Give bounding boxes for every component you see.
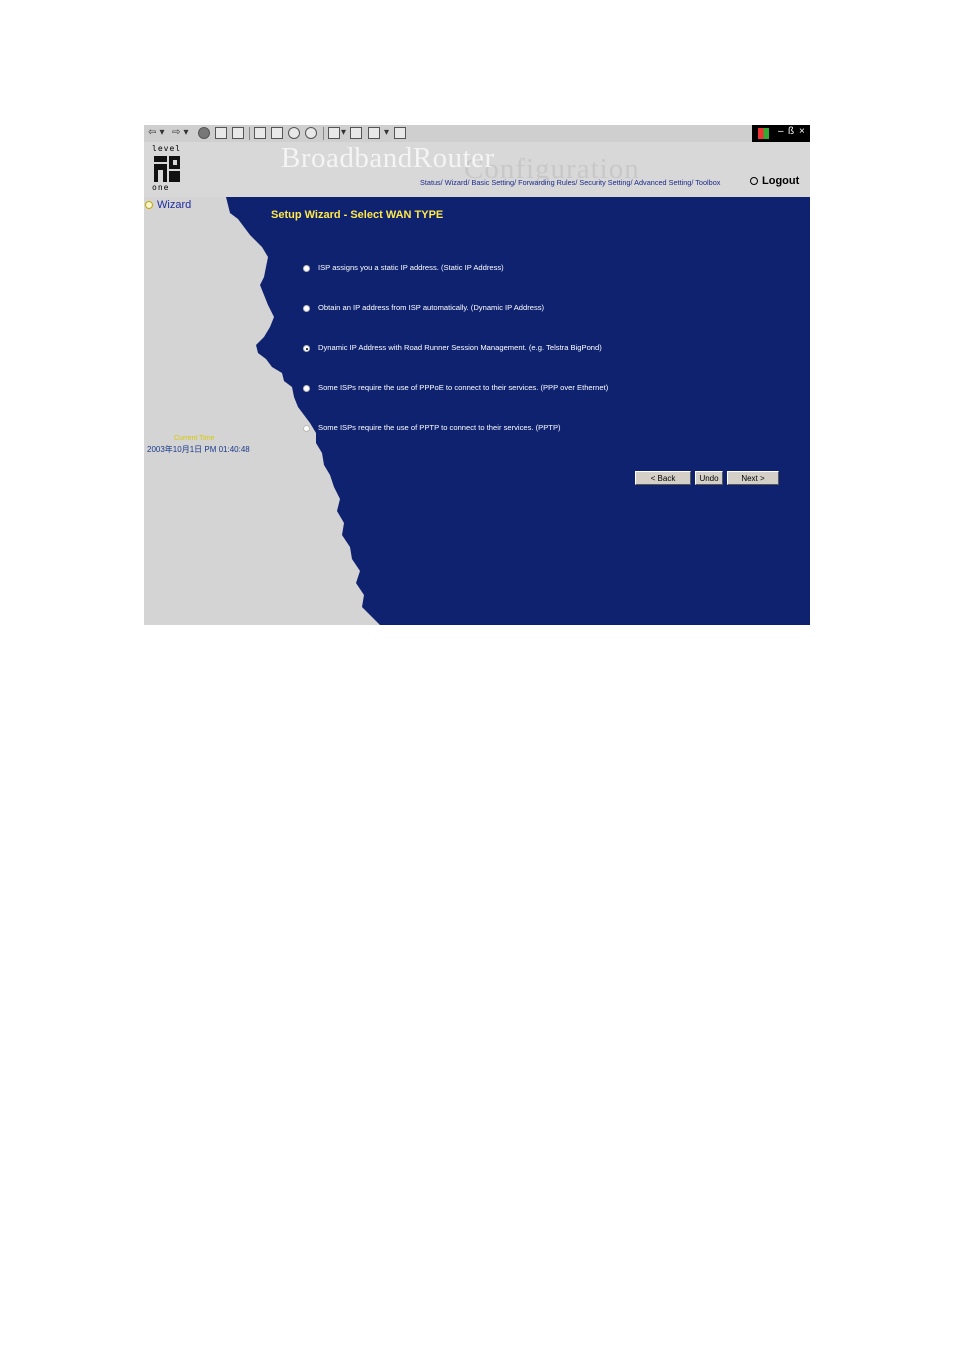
current-time-label: Current Time xyxy=(174,435,215,442)
wizard-label: Wizard xyxy=(157,199,192,211)
page-title: Setup Wizard - Select WAN TYPE xyxy=(271,209,444,221)
content-area: Wizard Current Time 2003年10月1日 PM 01:40:… xyxy=(144,197,810,625)
logout-bullet-icon xyxy=(750,177,758,186)
edit-icon[interactable] xyxy=(368,127,380,139)
wan-type-radio-pppoe[interactable] xyxy=(303,385,310,392)
mail-icon[interactable] xyxy=(328,127,340,139)
history-icon[interactable] xyxy=(288,127,300,139)
close-button[interactable]: × xyxy=(799,126,805,137)
refresh-icon[interactable] xyxy=(215,127,227,139)
toolbar-separator xyxy=(249,127,250,140)
discuss-icon[interactable] xyxy=(394,127,406,139)
logo-grid-icon xyxy=(154,156,180,182)
browser-toolbar: ⇦ ▾ ⇨ ▾ ▾ ▾ – ß × xyxy=(144,125,810,143)
toolbar-separator xyxy=(323,127,324,140)
brand-title: BroadbandRouter xyxy=(281,142,495,174)
logo-text-bottom: one xyxy=(152,183,170,192)
stop-icon[interactable] xyxy=(198,127,210,139)
window-controls: – ß × xyxy=(752,125,810,142)
wan-type-label-roadrunner: Dynamic IP Address with Road Runner Sess… xyxy=(318,343,602,352)
top-navigation[interactable]: Status/ Wizard/ Basic Setting/ Forwardin… xyxy=(420,178,720,187)
wan-type-label-pppoe: Some ISPs require the use of PPPoE to co… xyxy=(318,383,609,392)
channels-icon[interactable] xyxy=(305,127,317,139)
wan-type-radio-dynamic[interactable] xyxy=(303,305,310,312)
sidebar-item-wizard[interactable]: Wizard xyxy=(145,199,191,211)
current-time-value: 2003年10月1日 PM 01:40:48 xyxy=(147,445,250,454)
levelone-logo: level one xyxy=(152,145,184,193)
print-icon[interactable] xyxy=(350,127,362,139)
logo-text-top: level xyxy=(152,144,182,153)
wan-type-radio-static[interactable] xyxy=(303,265,310,272)
wan-type-label-static: ISP assigns you a static IP address. (St… xyxy=(318,263,504,272)
coastline-background xyxy=(226,197,810,625)
edit-dropdown-icon[interactable]: ▾ xyxy=(384,127,389,139)
browser-window: ⇦ ▾ ⇨ ▾ ▾ ▾ – ß × level one Configuratio… xyxy=(144,125,810,625)
wan-type-label-pptp: Some ISPs require the use of PPTP to con… xyxy=(318,423,561,432)
logout-label: Logout xyxy=(762,175,800,187)
forward-icon[interactable]: ⇨ ▾ xyxy=(172,127,189,139)
home-icon[interactable] xyxy=(232,127,244,139)
wan-type-label-dynamic: Obtain an IP address from ISP automatica… xyxy=(318,303,545,312)
back-icon[interactable]: ⇦ ▾ xyxy=(148,127,165,139)
router-header: level one Configuration BroadbandRouter … xyxy=(144,142,810,197)
wan-type-radio-pptp[interactable] xyxy=(303,425,310,432)
logout-link[interactable]: Logout xyxy=(750,175,799,187)
minimize-button[interactable]: – xyxy=(778,126,784,137)
undo-button[interactable]: Undo xyxy=(695,471,723,485)
search-icon[interactable] xyxy=(254,127,266,139)
mail-dropdown-icon[interactable]: ▾ xyxy=(341,127,346,139)
windows-logo-icon xyxy=(758,128,769,139)
wizard-bullet-icon xyxy=(145,201,153,210)
wan-type-radio-roadrunner[interactable] xyxy=(303,345,310,352)
restore-button[interactable]: ß xyxy=(788,126,794,137)
next-button[interactable]: Next > xyxy=(727,471,779,485)
favorites-icon[interactable] xyxy=(271,127,283,139)
back-button[interactable]: < Back xyxy=(635,471,691,485)
